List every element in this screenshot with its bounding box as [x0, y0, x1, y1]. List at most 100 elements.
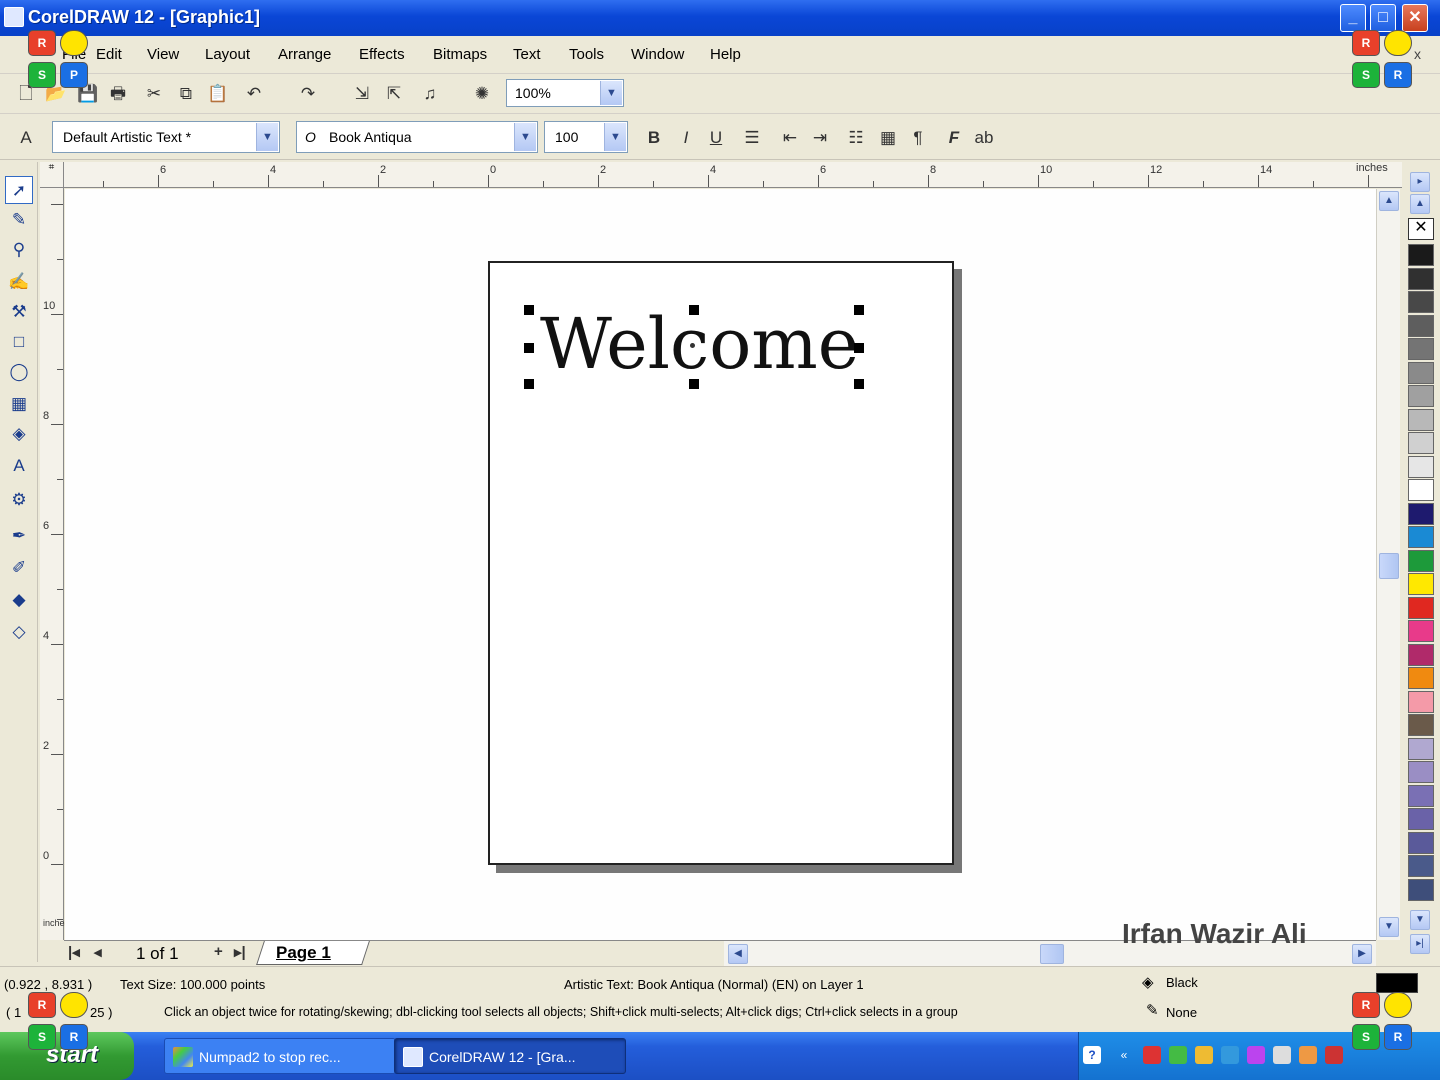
artistic-text-object[interactable]: Welcome: [540, 303, 859, 385]
menu-view[interactable]: View: [147, 46, 179, 63]
interactive-fill-tool-icon[interactable]: ◇: [5, 618, 33, 646]
drop-cap-icon[interactable]: ▦: [876, 126, 900, 150]
color-swatch[interactable]: [1408, 690, 1434, 713]
selection-handle[interactable]: [854, 379, 864, 389]
blue-button[interactable]: R: [1384, 1024, 1412, 1050]
bullet-list-icon[interactable]: ☷: [844, 126, 868, 150]
no-fill-swatch[interactable]: ✕: [1408, 218, 1434, 240]
underline-icon[interactable]: U: [704, 126, 728, 150]
help-icon[interactable]: ?: [1083, 1046, 1101, 1064]
corel-online-icon[interactable]: ✺: [470, 82, 494, 106]
previous-page-button[interactable]: ◂: [94, 943, 102, 961]
zoom-select[interactable]: 100% ▼: [506, 79, 624, 107]
tray-app-icon[interactable]: [1143, 1046, 1161, 1064]
outline-tool-icon[interactable]: ✐: [5, 554, 33, 582]
taskbar-item-recorder[interactable]: Numpad2 to stop rec...: [164, 1038, 396, 1074]
text-style-select[interactable]: Default Artistic Text * ▼: [52, 121, 280, 153]
freehand-tool-icon[interactable]: ✍: [5, 268, 33, 296]
eyedropper-tool-icon[interactable]: ✒: [5, 522, 33, 550]
edit-text-icon[interactable]: ab: [972, 126, 996, 150]
blue-button[interactable]: R: [1384, 62, 1412, 88]
menu-arrange[interactable]: Arrange: [278, 46, 331, 63]
selection-handle[interactable]: [524, 379, 534, 389]
color-swatch[interactable]: [1408, 737, 1434, 760]
color-swatch[interactable]: [1408, 573, 1434, 595]
horizontal-alignment-icon[interactable]: ☰: [740, 126, 764, 150]
selection-handle[interactable]: [854, 343, 864, 353]
red-button[interactable]: R: [28, 992, 56, 1018]
scroll-down-icon[interactable]: ▼: [1379, 917, 1399, 937]
color-swatch[interactable]: [1408, 643, 1434, 666]
menu-window[interactable]: Window: [631, 46, 684, 63]
color-swatch[interactable]: [1408, 761, 1434, 783]
ellipse-tool-icon[interactable]: ◯: [5, 358, 33, 386]
selection-handle[interactable]: [689, 379, 699, 389]
security-icon[interactable]: [1325, 1046, 1343, 1064]
app-icon[interactable]: [4, 7, 24, 27]
network-icon[interactable]: [1169, 1046, 1187, 1064]
scroll-left-icon[interactable]: ◀: [728, 944, 748, 964]
font-size-select[interactable]: 100 ▼: [544, 121, 628, 153]
fill-color-chip[interactable]: [1376, 973, 1418, 993]
interactive-blend-tool-icon[interactable]: ⚙: [5, 486, 33, 514]
rectangle-tool-icon[interactable]: □: [5, 328, 33, 356]
green-button[interactable]: S: [1352, 62, 1380, 88]
cut-icon[interactable]: ✂: [142, 82, 166, 106]
vertical-scroll-thumb[interactable]: [1379, 553, 1399, 579]
drawing-canvas[interactable]: Welcome: [65, 189, 1376, 940]
menu-bitmaps[interactable]: Bitmaps: [433, 46, 487, 63]
palette-scroll-up-icon[interactable]: ▲: [1410, 194, 1430, 214]
menu-tools[interactable]: Tools: [569, 46, 604, 63]
green-button[interactable]: S: [28, 62, 56, 88]
paragraph-icon[interactable]: ¶: [906, 126, 930, 150]
taskbar-item-coreldraw[interactable]: CorelDRAW 12 - [Gra...: [394, 1038, 626, 1074]
color-swatch[interactable]: [1408, 432, 1434, 454]
basic-shapes-tool-icon[interactable]: ◈: [5, 420, 33, 448]
print-icon[interactable]: 🖶: [106, 82, 130, 106]
overlay-color-buttons[interactable]: R S R: [1352, 992, 1418, 1052]
show-hidden-icon[interactable]: «: [1115, 1046, 1133, 1064]
color-swatch[interactable]: [1408, 855, 1434, 877]
minimize-button[interactable]: _: [1340, 4, 1366, 32]
undo-icon[interactable]: ↶: [242, 82, 266, 106]
selection-handle[interactable]: [854, 305, 864, 315]
font-select[interactable]: O Book Antiqua ▼: [296, 121, 538, 153]
chevron-down-icon[interactable]: ▼: [600, 81, 622, 105]
text-properties-icon[interactable]: A: [14, 126, 38, 150]
color-swatch[interactable]: [1408, 314, 1434, 337]
color-swatch[interactable]: [1408, 808, 1434, 830]
graph-paper-tool-icon[interactable]: ▦: [5, 390, 33, 418]
color-swatch[interactable]: [1408, 878, 1434, 901]
application-launcher-icon[interactable]: ♫: [418, 82, 442, 106]
yellow-button[interactable]: [60, 992, 88, 1018]
tray-app-icon[interactable]: [1195, 1046, 1213, 1064]
color-swatch[interactable]: [1408, 408, 1434, 431]
palette-end-icon[interactable]: ▸|: [1410, 934, 1430, 954]
scroll-up-icon[interactable]: ▲: [1379, 191, 1399, 211]
scroll-right-icon[interactable]: ▶: [1352, 944, 1372, 964]
pick-tool-icon[interactable]: ➚: [5, 176, 33, 204]
chevron-down-icon[interactable]: ▼: [256, 123, 278, 151]
overlay-color-buttons[interactable]: R S R: [28, 992, 94, 1052]
yellow-button[interactable]: [1384, 30, 1412, 56]
color-swatch[interactable]: [1408, 244, 1434, 266]
color-swatch[interactable]: [1408, 291, 1434, 313]
text-tool-icon[interactable]: A: [5, 452, 33, 480]
format-text-icon[interactable]: F: [942, 126, 966, 150]
first-page-button[interactable]: |◂: [68, 943, 80, 961]
vertical-scrollbar[interactable]: ▲ ▼: [1376, 189, 1400, 940]
selection-handle[interactable]: [689, 305, 699, 315]
maximize-button[interactable]: □: [1370, 4, 1396, 32]
red-button[interactable]: R: [1352, 992, 1380, 1018]
copy-icon[interactable]: ⧉: [174, 82, 198, 106]
page-tab[interactable]: Page 1: [276, 943, 331, 963]
color-swatch[interactable]: [1408, 620, 1434, 642]
center-marker[interactable]: [690, 343, 695, 348]
green-button[interactable]: S: [1352, 1024, 1380, 1050]
blue-button[interactable]: P: [60, 62, 88, 88]
horizontal-scroll-thumb[interactable]: [1040, 944, 1064, 964]
paste-icon[interactable]: 📋: [206, 82, 230, 106]
color-swatch[interactable]: [1408, 667, 1434, 689]
menu-edit[interactable]: Edit: [96, 46, 122, 63]
redo-icon[interactable]: ↷: [296, 82, 320, 106]
